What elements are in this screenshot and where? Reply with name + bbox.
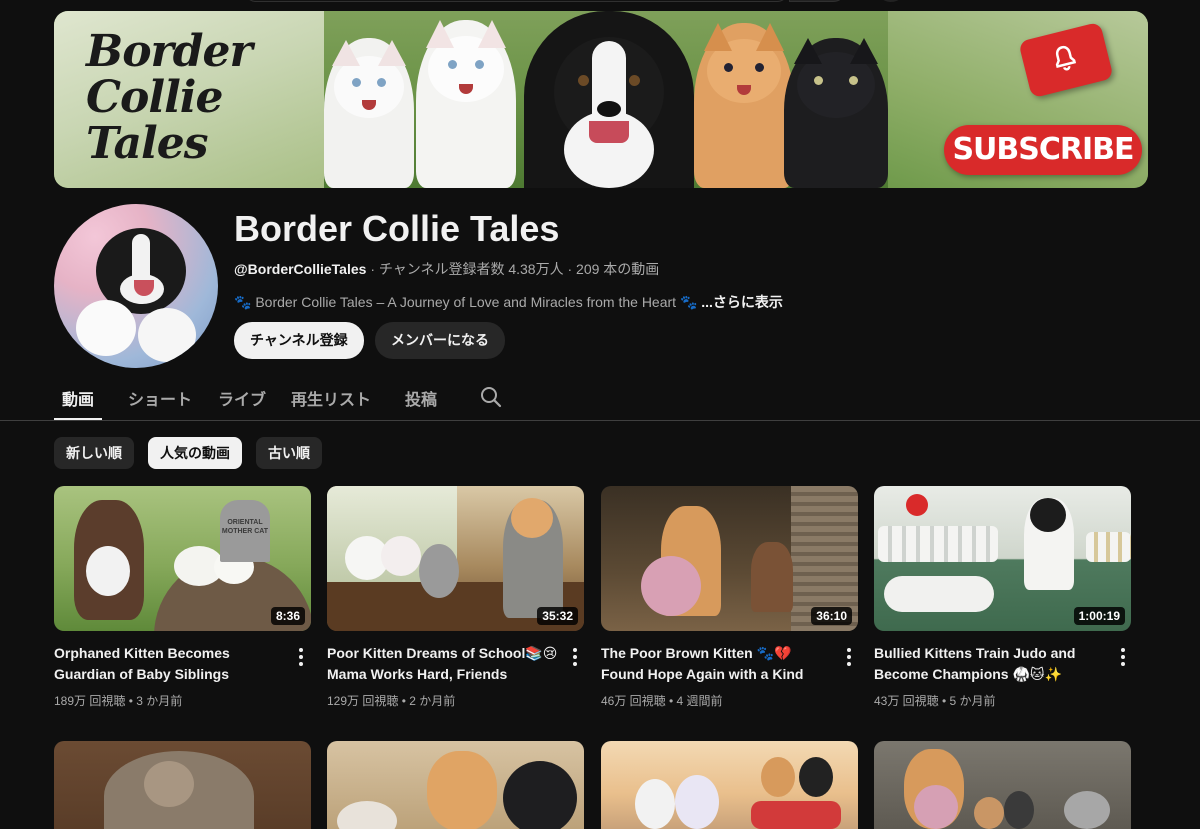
black-kitten-image — [784, 38, 888, 188]
active-tab-indicator — [54, 418, 102, 420]
banner-logo: Border Collie Tales — [86, 29, 296, 167]
channel-handle: @BorderCollieTales — [234, 261, 367, 277]
tab-videos[interactable]: 動画 — [62, 386, 94, 410]
search-input[interactable] — [244, 0, 789, 2]
channel-description[interactable]: 🐾 Border Collie Tales – A Journey of Lov… — [234, 292, 783, 312]
show-more-link[interactable]: ...さらに表示 — [701, 294, 783, 310]
banner-subscribe-graphic: SUBSCRIBE — [944, 125, 1142, 175]
video-duration: 35:32 — [537, 607, 578, 625]
banner-logo-line: Tales — [86, 118, 209, 169]
video-thumbnail[interactable]: ORIENTAL MOTHER CAT 8:36 — [54, 486, 311, 631]
tab-live[interactable]: ライブ — [218, 386, 266, 410]
video-title[interactable]: Poor Kitten Dreams of School📚😢 Mama Work… — [327, 643, 559, 685]
video-duration: 8:36 — [270, 607, 305, 625]
top-bar — [0, 0, 1200, 6]
white-kitten-image — [416, 20, 516, 188]
banner-logo-line: Collie — [86, 72, 224, 123]
bell-icon — [1055, 45, 1077, 71]
orange-kitten-image — [694, 23, 794, 188]
more-vert-icon[interactable] — [292, 646, 310, 668]
join-membership-button[interactable]: メンバーになる — [375, 322, 505, 359]
banner-logo-line: Border — [86, 26, 253, 77]
video-thumbnail[interactable] — [601, 741, 858, 829]
video-thumbnail[interactable] — [874, 741, 1131, 829]
video-thumbnail[interactable]: 36:10 — [601, 486, 858, 631]
white-kitten-image — [324, 38, 414, 188]
video-duration: 1:00:19 — [1073, 607, 1125, 625]
video-title[interactable]: Orphaned Kitten Becomes Guardian of Baby… — [54, 643, 286, 685]
video-meta: 43万 回視聴 • 5 か月前 — [874, 694, 996, 708]
video-thumbnail[interactable]: 1:00:19 — [874, 486, 1131, 631]
subscribe-button[interactable]: チャンネル登録 — [234, 322, 364, 359]
video-thumbnail[interactable]: 35:32 — [327, 486, 584, 631]
search-icon[interactable] — [479, 385, 503, 409]
video-meta: 46万 回視聴 • 4 週間前 — [601, 694, 723, 708]
channel-stats: · チャンネル登録者数 4.38万人 · 209 本の動画 — [366, 261, 660, 277]
sort-chip-newest[interactable]: 新しい順 — [54, 437, 134, 469]
video-meta: 189万 回視聴 • 3 か月前 — [54, 694, 183, 708]
search-button[interactable] — [789, 0, 847, 2]
tab-shorts[interactable]: ショート — [128, 386, 192, 410]
video-thumbnail[interactable] — [327, 741, 584, 829]
channel-banner: Border Collie Tales SUBSCRIBE — [54, 11, 1148, 188]
sort-chip-oldest[interactable]: 古い順 — [256, 437, 322, 469]
channel-meta: @BorderCollieTales · チャンネル登録者数 4.38万人 · … — [234, 259, 659, 279]
video-title[interactable]: The Poor Brown Kitten 🐾💔 Found Hope Agai… — [601, 643, 833, 685]
tab-playlists[interactable]: 再生リスト — [291, 386, 371, 410]
tombstone-text: ORIENTAL MOTHER CAT — [220, 500, 270, 562]
video-title[interactable]: Bullied Kittens Train Judo and Become Ch… — [874, 643, 1106, 685]
border-collie-image — [524, 11, 694, 188]
channel-tabs: 動画 ショート ライブ 再生リスト 投稿 — [0, 376, 1200, 421]
sort-chip-popular[interactable]: 人気の動画 — [148, 437, 242, 469]
more-vert-icon[interactable] — [566, 646, 584, 668]
video-thumbnail[interactable] — [54, 741, 311, 829]
channel-title: Border Collie Tales — [234, 208, 560, 249]
more-vert-icon[interactable] — [840, 646, 858, 668]
voice-search-button[interactable] — [876, 0, 906, 2]
video-meta: 129万 回視聴 • 2 か月前 — [327, 694, 456, 708]
tab-posts[interactable]: 投稿 — [405, 386, 437, 410]
more-vert-icon[interactable] — [1114, 646, 1132, 668]
channel-description-text: 🐾 Border Collie Tales – A Journey of Lov… — [234, 294, 698, 310]
channel-avatar[interactable] — [54, 204, 218, 368]
video-duration: 36:10 — [811, 607, 852, 625]
